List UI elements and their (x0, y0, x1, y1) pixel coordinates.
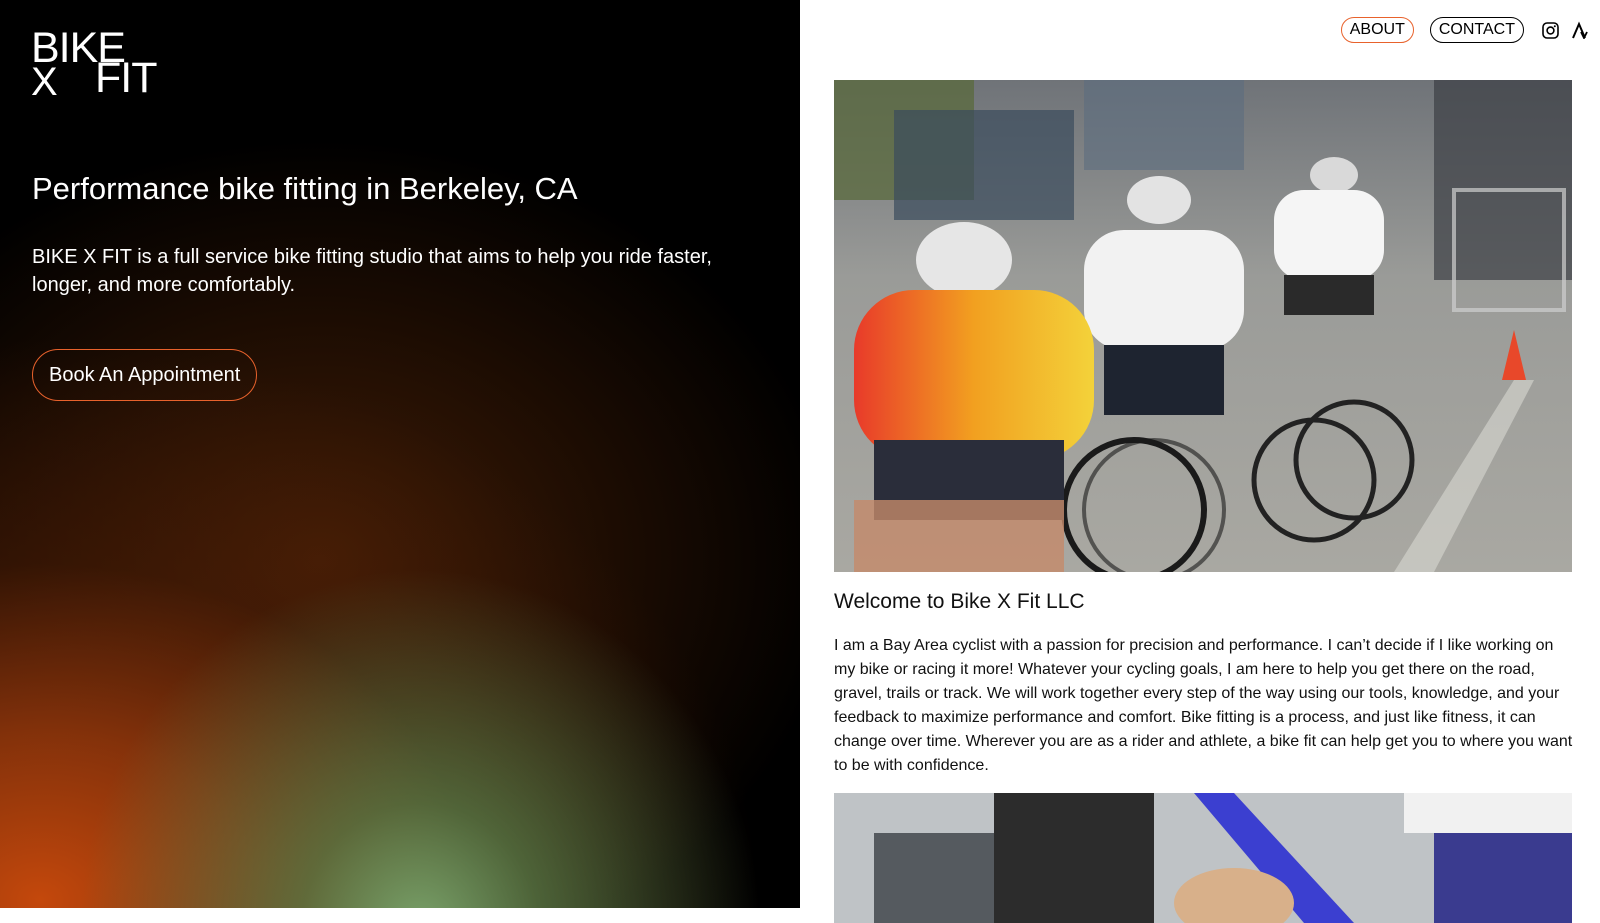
book-appointment-button[interactable]: Book An Appointment (32, 349, 258, 401)
nav-about-link[interactable]: ABOUT (1340, 17, 1414, 43)
site-logo[interactable]: BIKE X FIT (31, 27, 161, 103)
hero-description: BIKE X FIT is a full service bike fittin… (32, 246, 712, 296)
strava-icon[interactable] (1570, 20, 1590, 40)
logo-text-x: X (31, 60, 58, 104)
welcome-heading: Welcome to Bike X Fit LLC (834, 590, 1085, 613)
hero-title: Performance bike fitting in Berkeley, CA (32, 171, 578, 206)
welcome-body-text: I am a Bay Area cyclist with a passion f… (834, 637, 1573, 774)
top-nav: ABOUT CONTACT (1340, 16, 1600, 44)
nav-contact-link[interactable]: CONTACT (1429, 17, 1524, 43)
hero-panel: BIKE X FIT Performance bike fitting in B… (0, 0, 800, 908)
instagram-icon[interactable] (1540, 20, 1560, 40)
cyclists-racing-photo (834, 80, 1572, 572)
logo-text-fit: FIT (95, 54, 157, 102)
hero-gradient-background (0, 0, 800, 908)
bike-fitting-photo (834, 793, 1572, 923)
